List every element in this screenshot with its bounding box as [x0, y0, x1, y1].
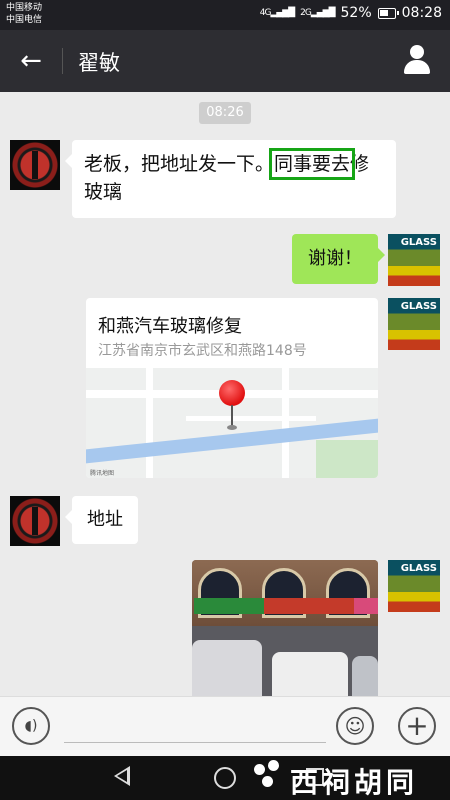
clock: 08:28 — [401, 5, 442, 21]
battery-icon — [377, 7, 399, 19]
my-avatar[interactable]: GLASS — [388, 560, 440, 612]
location-address: 江苏省南京市玄武区和燕路148号 — [98, 343, 307, 359]
map-logo: 腾讯地图 — [90, 470, 115, 477]
voice-icon[interactable]: ◖) — [12, 707, 50, 745]
my-avatar[interactable]: GLASS — [388, 234, 440, 286]
sent-message[interactable]: 谢谢！ — [292, 234, 385, 284]
contact-avatar[interactable] — [10, 496, 60, 546]
watermark: 西祠胡同 — [250, 758, 450, 799]
header-divider — [62, 48, 63, 74]
location-map[interactable]: 腾讯地图 — [86, 368, 378, 478]
received-message[interactable]: 地址 — [65, 496, 138, 544]
watermark-logo-icon — [254, 760, 284, 792]
message-input[interactable] — [64, 742, 326, 743]
watermark-text: 西祠胡同 — [290, 766, 419, 799]
chat-header: ← 翟敏 — [0, 30, 450, 92]
highlighted-text: 同事要去 — [269, 148, 356, 180]
nav-back-icon[interactable] — [114, 766, 130, 786]
carrier-labels: 中国移动 中国电信 — [6, 2, 42, 26]
status-indicators: 4G▂▄▆█ 2G▂▄▆█ 52% 08:28 — [260, 5, 442, 21]
message-text: 谢谢！ — [308, 248, 362, 269]
map-pin-icon — [219, 380, 245, 406]
plus-icon[interactable]: + — [398, 707, 436, 745]
emoji-icon[interactable]: ☺ — [336, 707, 374, 745]
message-timestamp: 08:26 — [199, 102, 251, 124]
back-arrow-icon[interactable]: ← — [14, 44, 48, 78]
message-input-bar: ◖) ☺ + — [0, 696, 450, 756]
chat-title: 翟敏 — [78, 51, 120, 75]
message-text: 老板，把地址发一下。 — [84, 153, 275, 175]
message-text: 地址 — [87, 509, 123, 530]
signal-icon-1: 4G▂▄▆█ — [259, 8, 295, 18]
carrier-1: 中国移动 — [6, 3, 43, 13]
location-title: 和燕汽车玻璃修复 — [98, 316, 242, 337]
battery-percent: 52% — [340, 5, 372, 21]
nav-home-icon[interactable] — [214, 767, 236, 789]
status-bar: 中国移动 中国电信 4G▂▄▆█ 2G▂▄▆█ 52% 08:28 — [0, 0, 450, 30]
received-message[interactable]: 老板，把地址发一下。同事要去修玻璃 — [65, 140, 396, 218]
profile-icon[interactable] — [402, 45, 432, 75]
carrier-2: 中国电信 — [6, 15, 43, 25]
my-avatar[interactable]: GLASS — [388, 298, 440, 350]
location-message-card[interactable]: 和燕汽车玻璃修复 江苏省南京市玄武区和燕路148号 腾讯地图 — [86, 298, 378, 478]
contact-avatar[interactable] — [10, 140, 60, 190]
avatar-logo-text: GLASS — [400, 237, 437, 248]
signal-icon-2: 2G▂▄▆█ — [300, 8, 335, 18]
image-message[interactable] — [192, 560, 378, 700]
